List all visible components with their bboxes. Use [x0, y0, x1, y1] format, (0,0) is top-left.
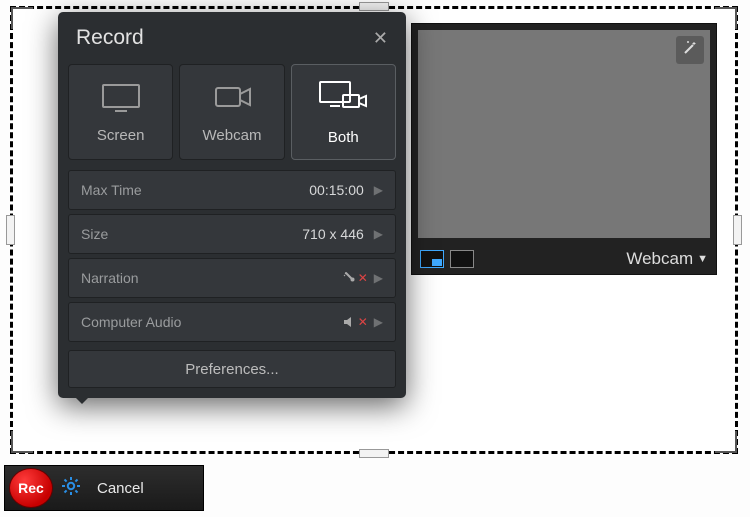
- max-time-label: Max Time: [81, 182, 309, 198]
- disabled-x-icon: ✕: [358, 315, 368, 329]
- corner-handle-br[interactable]: [715, 431, 737, 453]
- mode-both-label: Both: [328, 129, 359, 146]
- chevron-right-icon: ▶: [374, 183, 383, 197]
- preferences-label: Preferences...: [185, 361, 278, 378]
- webcam-label-text: Webcam: [626, 249, 693, 269]
- mode-webcam[interactable]: Webcam: [179, 64, 284, 160]
- disabled-x-icon: ✕: [358, 271, 368, 285]
- speaker-icon: [342, 315, 356, 329]
- close-button[interactable]: ✕: [373, 28, 388, 49]
- size-label: Size: [81, 226, 302, 242]
- webcam-preview: [418, 30, 710, 238]
- webcam-icon: [210, 81, 254, 117]
- edge-handle-right[interactable]: [733, 215, 742, 245]
- settings-list: Max Time 00:15:00 ▶ Size 710 x 446 ▶ Nar…: [58, 170, 406, 342]
- edge-handle-top[interactable]: [359, 2, 389, 11]
- webcam-preview-panel: Webcam ▼: [411, 23, 717, 275]
- cancel-button[interactable]: Cancel: [89, 476, 152, 501]
- recorder-toolbar: Rec Cancel: [4, 465, 204, 511]
- both-icon: [317, 79, 369, 119]
- chevron-right-icon: ▶: [374, 315, 383, 329]
- effects-button[interactable]: [676, 36, 704, 64]
- mode-webcam-label: Webcam: [203, 127, 262, 144]
- corner-handle-bl[interactable]: [11, 431, 33, 453]
- layout-thumb-pip[interactable]: [420, 250, 444, 268]
- setting-narration[interactable]: Narration ✕ ▶: [68, 258, 396, 298]
- layout-thumb-full[interactable]: [450, 250, 474, 268]
- record-label: Rec: [18, 480, 44, 496]
- settings-button[interactable]: [61, 476, 81, 500]
- webcam-toolbar: Webcam ▼: [412, 244, 716, 274]
- popover-title: Record: [76, 26, 373, 50]
- edge-handle-bottom[interactable]: [359, 449, 389, 458]
- record-button[interactable]: Rec: [9, 468, 53, 508]
- record-mode-row: Screen Webcam Both: [58, 60, 406, 170]
- setting-computer-audio[interactable]: Computer Audio ✕ ▶: [68, 302, 396, 342]
- corner-handle-tr[interactable]: [715, 7, 737, 29]
- computer-audio-label: Computer Audio: [81, 314, 342, 330]
- popover-header: Record ✕: [58, 12, 406, 60]
- close-icon: ✕: [373, 28, 388, 48]
- mode-both[interactable]: Both: [291, 64, 396, 160]
- mode-screen-label: Screen: [97, 127, 145, 144]
- chevron-right-icon: ▶: [374, 271, 383, 285]
- microphone-icon: [342, 271, 356, 285]
- mode-screen[interactable]: Screen: [68, 64, 173, 160]
- screen-icon: [99, 81, 143, 117]
- corner-handle-tl[interactable]: [11, 7, 33, 29]
- webcam-source-dropdown[interactable]: Webcam ▼: [626, 249, 708, 269]
- chevron-right-icon: ▶: [374, 227, 383, 241]
- size-value: 710 x 446: [302, 226, 364, 242]
- chevron-down-icon: ▼: [697, 253, 708, 265]
- setting-size[interactable]: Size 710 x 446 ▶: [68, 214, 396, 254]
- edge-handle-left[interactable]: [6, 215, 15, 245]
- max-time-value: 00:15:00: [309, 182, 364, 198]
- magic-wand-icon: [682, 40, 698, 61]
- setting-max-time[interactable]: Max Time 00:15:00 ▶: [68, 170, 396, 210]
- gear-icon: [61, 483, 81, 500]
- preferences-button[interactable]: Preferences...: [68, 350, 396, 388]
- narration-label: Narration: [81, 270, 342, 286]
- record-popover: Record ✕ Screen Webcam Both Max Time: [58, 12, 406, 398]
